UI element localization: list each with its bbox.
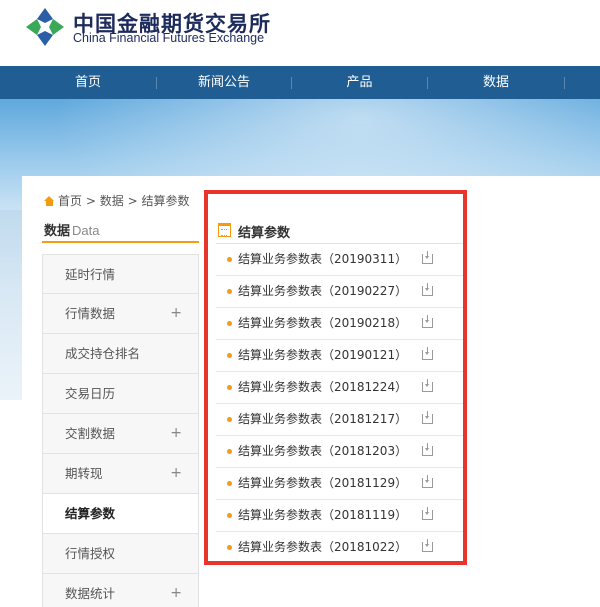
sidebar-title: 数据 Data — [44, 220, 99, 239]
expand-plus-icon[interactable]: + — [170, 454, 182, 493]
sidebar-item-label: 期转现 — [65, 466, 103, 481]
site-header: 中国金融期货交易所 China Financial Futures Exchan… — [0, 0, 600, 66]
expand-plus-icon[interactable]: + — [170, 294, 182, 333]
sidebar-item-label: 行情数据 — [65, 306, 116, 321]
sidebar-item-label: 成交持仓排名 — [65, 346, 141, 361]
nav-item-home[interactable]: 首页 — [20, 66, 156, 99]
logo-text-en[interactable]: China Financial Futures Exchange — [73, 31, 264, 45]
breadcrumb-home[interactable]: 首页 — [58, 194, 82, 208]
sidebar-item-market-data[interactable]: 行情数据 + — [42, 294, 199, 334]
sidebar-item-volume-ranking[interactable]: 成交持仓排名 — [42, 334, 199, 374]
nav-divider — [564, 77, 565, 89]
sidebar-item-statistics[interactable]: 数据统计 + — [42, 574, 199, 607]
breadcrumb-separator: > — [127, 194, 138, 208]
sidebar-item-label: 交割数据 — [65, 426, 116, 441]
sidebar-item-efp[interactable]: 期转现 + — [42, 454, 199, 494]
sidebar-title-en: Data — [72, 223, 100, 238]
sidebar-item-trading-calendar[interactable]: 交易日历 — [42, 374, 199, 414]
cffex-logo-icon[interactable] — [24, 6, 66, 48]
breadcrumb-data[interactable]: 数据 — [100, 194, 124, 208]
sidebar-item-label: 延时行情 — [65, 267, 116, 282]
home-icon[interactable] — [44, 196, 55, 206]
sidebar-item-label: 交易日历 — [65, 386, 116, 401]
nav-item-news[interactable]: 新闻公告 — [157, 66, 291, 99]
sidebar-item-label: 行情授权 — [65, 546, 116, 561]
sidebar-item-delayed-quotes[interactable]: 延时行情 — [42, 254, 199, 294]
sidebar-item-quote-license[interactable]: 行情授权 — [42, 534, 199, 574]
expand-plus-icon[interactable]: + — [170, 574, 182, 607]
main-nav: 首页 新闻公告 产品 数据 — [0, 66, 600, 99]
sidebar-item-label: 结算参数 — [65, 506, 116, 521]
breadcrumb-current: 结算参数 — [141, 194, 190, 208]
nav-item-data[interactable]: 数据 — [428, 66, 564, 99]
expand-plus-icon[interactable]: + — [170, 414, 182, 453]
sidebar-item-label: 数据统计 — [65, 586, 116, 601]
breadcrumb-separator: > — [85, 194, 96, 208]
nav-item-products[interactable]: 产品 — [292, 66, 427, 99]
sidebar-menu: 延时行情 行情数据 + 成交持仓排名 交易日历 交割数据 + 期转现 + 结算参数 行… — [42, 254, 199, 607]
sidebar-item-settlement-params[interactable]: 结算参数 — [42, 494, 199, 534]
sidebar-item-delivery-data[interactable]: 交割数据 + — [42, 414, 199, 454]
highlight-box — [204, 190, 467, 565]
sidebar-title-underline — [42, 241, 199, 243]
breadcrumb: 首页 > 数据 > 结算参数 — [44, 192, 189, 209]
sidebar-title-cn: 数据 — [44, 224, 71, 239]
